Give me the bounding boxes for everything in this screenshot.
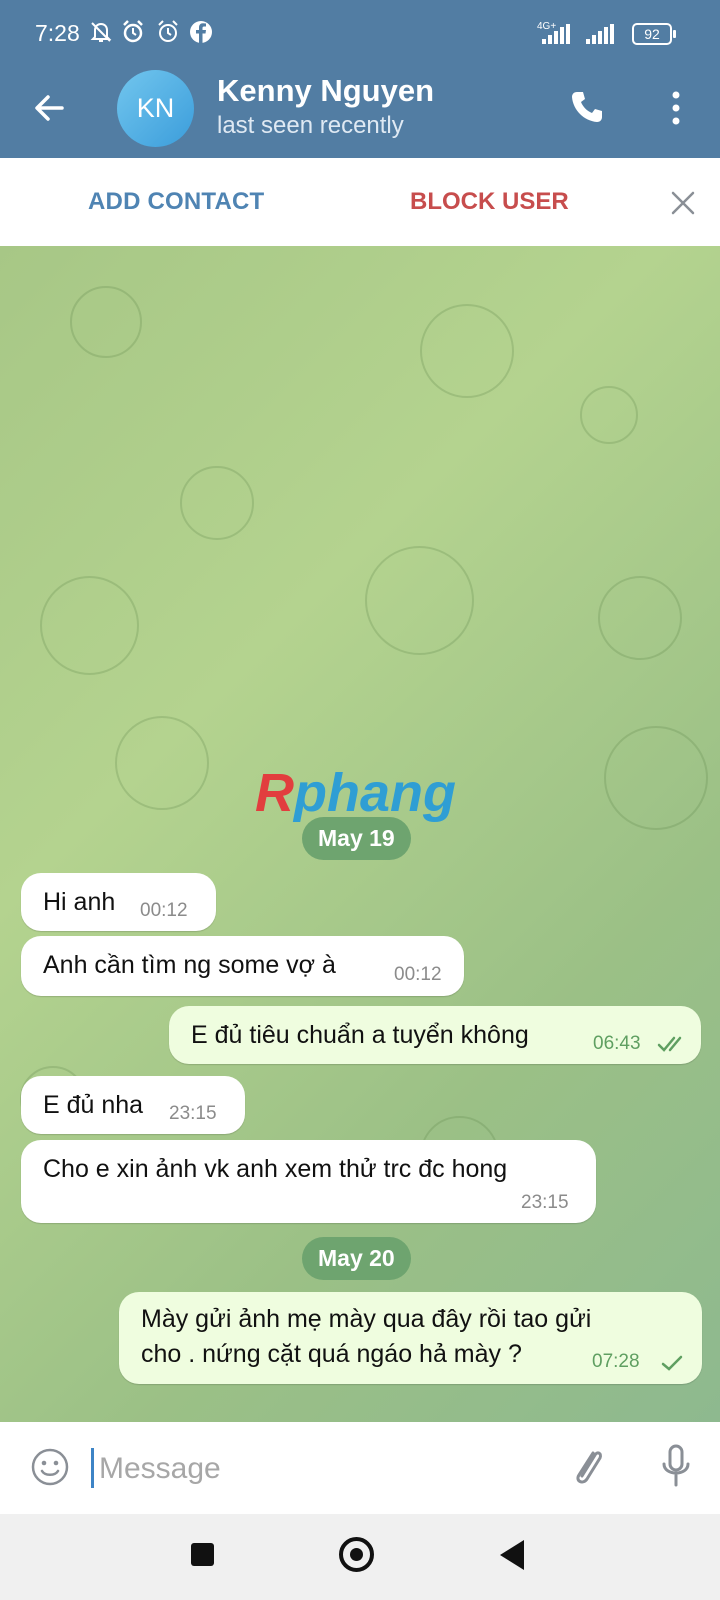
back-arrow-icon[interactable] [30,88,70,128]
facebook-icon [190,21,212,43]
recent-apps-button[interactable] [191,1543,214,1566]
mute-bell-icon [90,22,112,42]
message-text: E đủ nha [43,1091,144,1119]
message-text: E đủ tiêu chuẩn a tuyển không [191,1021,529,1049]
doodle-shape [40,576,139,675]
message-bubble-incoming[interactable]: Cho e xin ảnh vk anh xem thử trc đc hong… [21,1140,596,1223]
watermark-logo: Rphang [255,763,456,823]
signal-icon-sim2 [586,24,614,44]
message-text: Hi anh [43,888,116,916]
avatar[interactable]: KN [117,70,194,147]
top-app-bar: 7:28 4G+ 92 KN Kenny Nguyen last seen re… [0,0,720,158]
contact-status: last seen recently [217,112,404,139]
contact-name[interactable]: Kenny Nguyen [217,73,434,109]
message-input[interactable] [91,1448,531,1490]
message-text-line1: Mày gửi ảnh mẹ mày qua đây rồi tao gửi [141,1305,592,1333]
emoji-icon[interactable] [30,1447,70,1487]
signal-icon [542,24,570,44]
message-time: 23:15 [521,1192,569,1213]
battery-icon: 92 [632,23,676,45]
date-separator: May 19 [302,817,411,860]
doodle-shape [70,286,142,358]
message-text: Anh cần tìm ng some vợ à [43,951,336,979]
alarm-outline-icon [158,20,178,42]
date-separator: May 20 [302,1237,411,1280]
message-time: 00:12 [394,964,442,985]
double-check-icon [657,1036,682,1052]
message-bubble-outgoing[interactable]: E đủ tiêu chuẩn a tuyển không 06:43 [169,1006,701,1064]
message-time: 00:12 [140,900,188,921]
back-button[interactable] [500,1540,524,1570]
chat-area[interactable]: Rphang May 19 Hi anh 00:12 Anh cần tìm n… [0,246,720,1422]
doodle-shape [365,546,474,655]
message-text: Cho e xin ảnh vk anh xem thử trc đc hong [43,1155,508,1183]
doodle-shape [580,386,638,444]
message-time: 07:28 [592,1351,640,1372]
message-composer [0,1422,720,1514]
paperclip-icon[interactable] [571,1442,607,1492]
message-bubble-incoming[interactable]: E đủ nha 23:15 [21,1076,245,1134]
doodle-shape [180,466,254,540]
message-bubble-outgoing[interactable]: Mày gửi ảnh mẹ mày qua đây rồi tao gửi c… [119,1292,702,1384]
check-icon [661,1355,683,1371]
phone-icon[interactable] [568,88,606,126]
message-bubble-incoming[interactable]: Hi anh 00:12 [21,873,216,931]
message-time: 06:43 [593,1033,641,1054]
doodle-shape [115,716,209,810]
message-time: 23:15 [169,1103,217,1124]
block-user-button[interactable]: BLOCK USER [410,188,569,216]
doodle-shape [420,304,514,398]
doodle-shape [604,726,708,830]
message-bubble-incoming[interactable]: Anh cần tìm ng some vợ à 00:12 [21,936,464,996]
add-contact-button[interactable]: ADD CONTACT [88,188,264,216]
more-vertical-icon[interactable] [664,90,688,126]
doodle-shape [598,576,682,660]
home-button[interactable] [339,1537,374,1572]
alarm-icon [123,20,143,43]
close-icon[interactable] [668,188,698,218]
message-text-line2: cho . nứng cặt quá ngáo hả mày ? [141,1340,522,1368]
status-bar: 7:28 4G+ 92 [0,0,720,70]
system-navigation-bar [0,1514,720,1600]
contact-action-bar: ADD CONTACT BLOCK USER [0,158,720,246]
microphone-icon[interactable] [660,1442,692,1492]
status-time: 7:28 [35,20,80,46]
